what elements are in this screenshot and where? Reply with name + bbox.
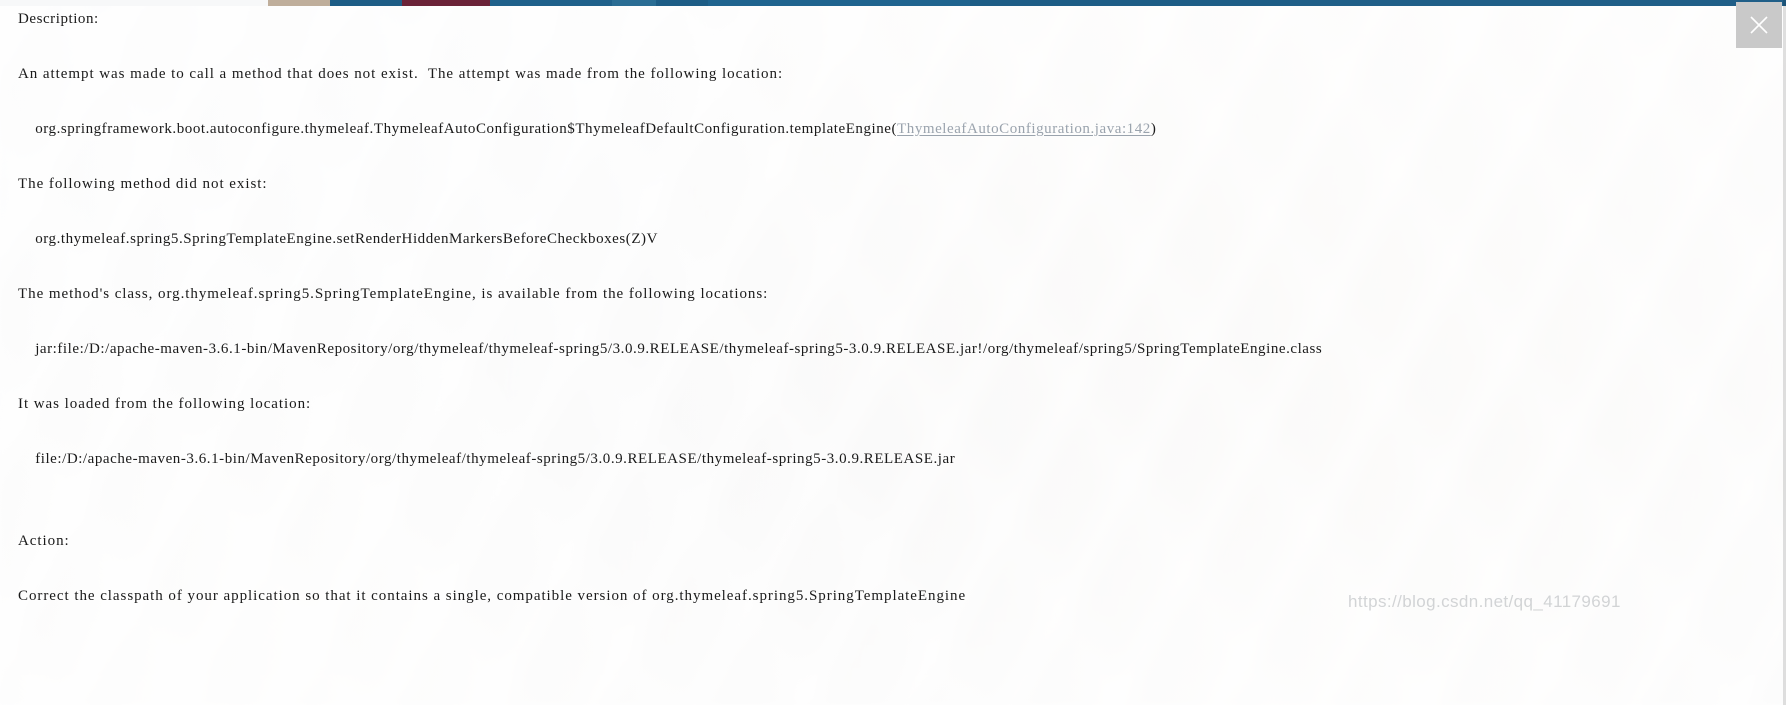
chrome-segment (0, 0, 268, 6)
error-location-prefix: org.springframework.boot.autoconfigure.t… (18, 121, 898, 137)
description-heading: Description: (18, 11, 99, 27)
chrome-segment (970, 0, 1290, 6)
error-location-line: org.springframework.boot.autoconfigure.t… (18, 120, 1786, 139)
class-available-heading: The method's class, org.thymeleaf.spring… (18, 286, 769, 302)
chrome-segment (1290, 0, 1786, 6)
error-summary-text: An attempt was made to call a method tha… (18, 66, 784, 82)
browser-chrome-strip (0, 0, 1786, 6)
close-icon (1750, 16, 1768, 34)
browser-viewport: Description: An attempt was made to call… (0, 0, 1786, 705)
chrome-segment (402, 0, 490, 6)
chrome-segment (490, 0, 612, 6)
loaded-from-path: file:/D:/apache-maven-3.6.1-bin/MavenRep… (18, 451, 956, 467)
loaded-from-heading: It was loaded from the following locatio… (18, 396, 312, 412)
missing-method-signature: org.thymeleaf.spring5.SpringTemplateEngi… (18, 231, 658, 247)
jar-location-path: jar:file:/D:/apache-maven-3.6.1-bin/Mave… (18, 341, 1323, 357)
chrome-segment (708, 0, 970, 6)
action-heading: Action: (18, 533, 70, 549)
chrome-segment (656, 0, 708, 6)
stacktrace-source-link[interactable]: ThymeleafAutoConfiguration.java:142 (897, 121, 1151, 137)
missing-method-heading: The following method did not exist: (18, 176, 268, 192)
close-button[interactable] (1736, 2, 1782, 48)
chrome-segment (268, 0, 330, 6)
chrome-segment (612, 0, 656, 6)
csdn-watermark: https://blog.csdn.net/qq_41179691 (1348, 592, 1621, 611)
chrome-segment (330, 0, 402, 6)
error-location-suffix: ) (1150, 121, 1157, 137)
